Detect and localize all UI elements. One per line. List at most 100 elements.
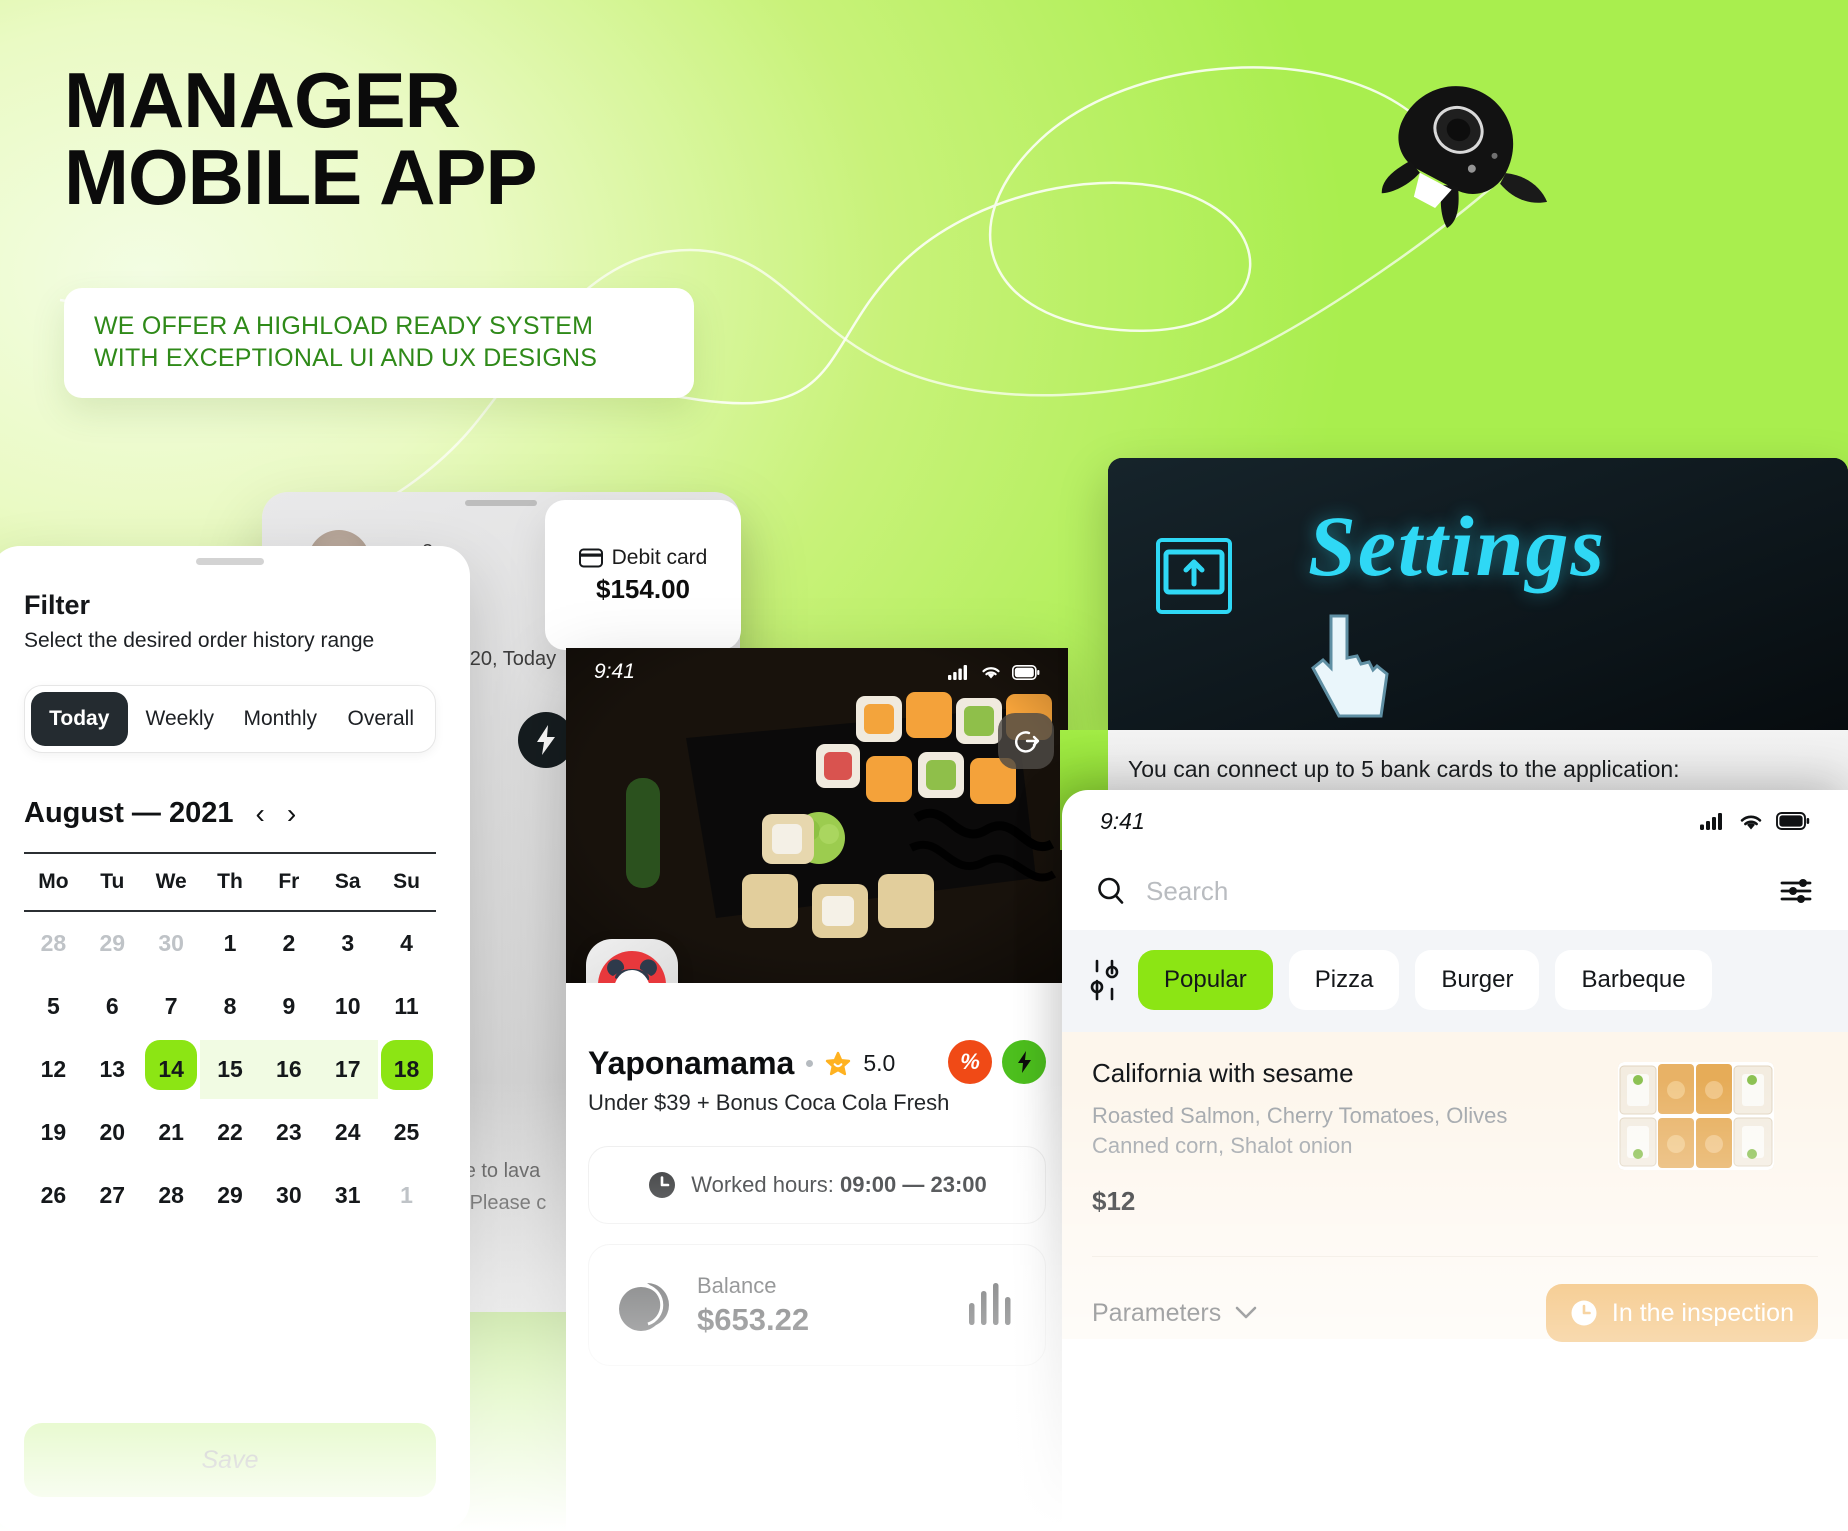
status-time: 9:41 xyxy=(1100,807,1145,834)
calendar-day[interactable]: 20 xyxy=(83,1101,142,1164)
month-label: August — 2021 xyxy=(24,797,234,829)
calendar-day[interactable]: 28 xyxy=(24,912,83,975)
range-option-today[interactable]: Today xyxy=(31,692,128,746)
chevron-right-icon[interactable]: › xyxy=(287,799,296,828)
wifi-icon xyxy=(1740,815,1762,829)
calendar-day[interactable]: 18 xyxy=(377,1038,436,1101)
calendar-day[interactable]: 4 xyxy=(377,912,436,975)
weekday-th: Th xyxy=(217,870,243,893)
calendar-day[interactable]: 23 xyxy=(259,1101,318,1164)
calendar-day[interactable]: 30 xyxy=(142,912,201,975)
debit-card-amount: $154.00 xyxy=(596,573,690,604)
calendar-day[interactable]: 19 xyxy=(24,1101,83,1164)
logout-icon[interactable] xyxy=(998,713,1054,769)
star-icon xyxy=(826,1051,851,1075)
restaurant-badges: % xyxy=(948,1040,1046,1084)
restaurant-status-bar: 9:41 xyxy=(566,648,1068,696)
calendar-day[interactable]: 16 xyxy=(258,1038,320,1101)
weekday-mo: Mo xyxy=(38,870,69,893)
calendar-day[interactable]: 15 xyxy=(199,1038,261,1101)
weekday-we: We xyxy=(155,870,187,893)
title-line-2: MOBILE APP xyxy=(64,133,537,222)
credit-card-icon xyxy=(578,548,603,567)
calendar-grid: 28 29 30 1 2 3 4 5 6 7 8 9 10 11 12 13 14 15 16 17 18 19 20 21 2… xyxy=(24,912,436,1227)
range-option-weekly[interactable]: Weekly xyxy=(132,692,229,746)
category-chip-pizza[interactable]: Pizza xyxy=(1288,950,1400,1010)
category-chip-popular[interactable]: Popular xyxy=(1138,950,1273,1010)
percent-badge-icon[interactable]: % xyxy=(948,1040,992,1084)
title-line-1: MANAGER xyxy=(64,56,461,144)
calendar-day[interactable]: 27 xyxy=(83,1164,142,1227)
rocket-icon xyxy=(1381,86,1548,229)
sheet-grabber[interactable] xyxy=(196,558,264,565)
settings-photo-card: Settings xyxy=(1108,458,1848,730)
signal-icon xyxy=(1700,813,1722,830)
calendar-day[interactable]: 5 xyxy=(24,975,83,1038)
monitor-icon xyxy=(1156,538,1232,614)
calendar-day[interactable]: 24 xyxy=(318,1101,377,1164)
calendar-day[interactable]: 22 xyxy=(201,1101,260,1164)
panda-face-icon xyxy=(586,939,678,983)
bolt-badge-icon[interactable] xyxy=(1002,1040,1046,1084)
search-input[interactable]: Search xyxy=(1146,876,1760,907)
sushi-photo xyxy=(566,648,1068,983)
calendar-day[interactable]: 11 xyxy=(377,975,436,1038)
weekday-sa: Sa xyxy=(334,870,361,893)
hand-cursor-icon xyxy=(1311,614,1389,718)
status-icons xyxy=(1700,812,1810,831)
range-option-monthly[interactable]: Monthly xyxy=(232,692,329,746)
debit-card-label: Debit card xyxy=(611,545,708,569)
calendar-day[interactable]: 9 xyxy=(259,975,318,1038)
search-bar[interactable]: Search xyxy=(1062,852,1848,930)
weekday-su: Su xyxy=(393,870,420,893)
restaurant-rating: 5.0 xyxy=(863,1050,896,1076)
sheet-grabber xyxy=(465,500,537,506)
calendar-day[interactable]: 30 xyxy=(259,1164,318,1227)
calendar-day[interactable]: 31 xyxy=(318,1164,377,1227)
weekday-fr: Fr xyxy=(278,870,300,893)
month-navigator: August — 2021 ‹ › xyxy=(24,797,436,830)
category-chip-barbeque[interactable]: Barbeque xyxy=(1555,950,1712,1010)
calendar-day[interactable]: 1 xyxy=(201,912,260,975)
filter-subtitle: Select the desired order history range xyxy=(24,629,375,652)
tagline-card: WE OFFER A HIGHLOAD READY SYSTEM WITH EX… xyxy=(64,288,694,398)
restaurant-name: Yaponamama xyxy=(588,1045,795,1081)
search-icon[interactable] xyxy=(1096,876,1126,906)
calendar-day[interactable]: 25 xyxy=(377,1101,436,1164)
calendar-day[interactable]: 14 xyxy=(142,1038,201,1101)
calendar-weekday-header: Mo Tu We Th Fr Sa Su xyxy=(24,854,436,910)
calendar-day[interactable]: 21 xyxy=(142,1101,201,1164)
weekday-tu: Tu xyxy=(100,870,125,893)
calendar-day[interactable]: 1 xyxy=(377,1164,436,1227)
range-option-overall[interactable]: Overall xyxy=(333,692,430,746)
calendar-day[interactable]: 12 xyxy=(24,1038,83,1101)
calendar-day[interactable]: 3 xyxy=(318,912,377,975)
calendar-day[interactable]: 29 xyxy=(201,1164,260,1227)
signal-icon xyxy=(948,665,967,680)
calendar-day[interactable]: 26 xyxy=(24,1164,83,1227)
calendar-day[interactable]: 2 xyxy=(259,912,318,975)
calendar-day[interactable]: 13 xyxy=(83,1038,142,1101)
tagline-text: WE OFFER A HIGHLOAD READY SYSTEM WITH EX… xyxy=(94,312,598,372)
calendar-day[interactable]: 10 xyxy=(318,975,377,1038)
category-sliders-icon[interactable] xyxy=(1088,957,1122,1003)
debit-card-row: Debit card xyxy=(578,545,708,570)
chevron-left-icon[interactable]: ‹ xyxy=(256,799,265,828)
status-icons xyxy=(948,664,1040,680)
battery-icon xyxy=(1012,664,1040,680)
calendar-day[interactable]: 7 xyxy=(142,975,201,1038)
calendar-day[interactable]: 17 xyxy=(317,1038,378,1101)
calendar-day[interactable]: 6 xyxy=(83,975,142,1038)
calendar-day[interactable]: 28 xyxy=(142,1164,201,1227)
calendar-day[interactable]: 29 xyxy=(83,912,142,975)
page-title: MANAGER MOBILE APP xyxy=(64,56,537,222)
calendar-day[interactable]: 8 xyxy=(201,975,260,1038)
separator-dot xyxy=(806,1060,814,1067)
category-chip-burger[interactable]: Burger xyxy=(1415,950,1540,1010)
debit-card-tile[interactable]: Debit card $154.00 xyxy=(545,500,741,650)
wifi-icon xyxy=(982,667,1000,679)
settings-word: Settings xyxy=(1308,498,1606,594)
status-time: 9:41 xyxy=(594,660,635,683)
bank-note-text: You can connect up to 5 bank cards to th… xyxy=(1128,756,1680,782)
sliders-icon[interactable] xyxy=(1780,876,1814,906)
